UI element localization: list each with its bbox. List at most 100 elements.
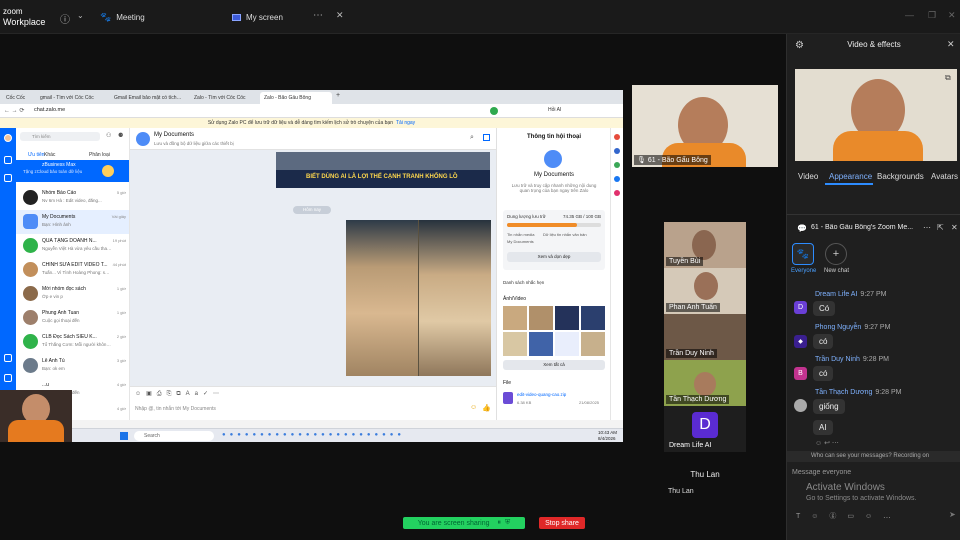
media-thumb[interactable]: [529, 332, 553, 356]
filter-tab-other[interactable]: Khác: [44, 152, 55, 158]
video-tile[interactable]: Tần Thạch Dương: [664, 360, 746, 406]
list-item[interactable]: Mời nhóm đọc sách Ớp e vin p 1 giờ: [16, 282, 129, 306]
tab-my-screen[interactable]: My screen: [232, 8, 283, 26]
browser-tab-gmail[interactable]: Gmail Email bảo mật có tích hợp: [110, 92, 186, 104]
minimize-icon[interactable]: —: [905, 10, 914, 20]
browser-tab-gmail-search[interactable]: gmail - Tìm với Cốc Cốc: [36, 92, 106, 104]
video-tile[interactable]: Trần Duy Ninh: [664, 314, 746, 360]
media-thumb[interactable]: [581, 332, 605, 356]
list-item[interactable]: My Documents Bạn: Hình ảnh Vài giây: [16, 210, 129, 234]
media-thumb[interactable]: [581, 306, 605, 330]
restore-icon[interactable]: ❐: [928, 10, 936, 21]
app-shortcut-icon[interactable]: [614, 148, 620, 154]
chevron-down-icon[interactable]: ⌄: [77, 11, 84, 20]
video-tile[interactable]: Tuyền Bùi: [664, 222, 746, 268]
screen-sharing-indicator[interactable]: You are screen sharing ⏸ ⛨: [403, 517, 525, 529]
cleanup-button[interactable]: Xem và dọn dẹp: [507, 252, 601, 262]
media-thumb[interactable]: [555, 332, 579, 356]
shield-icon[interactable]: ⛨: [505, 519, 510, 527]
taskbar-app-icons[interactable]: ●●●●●●●●●●●●●●●●●●●●●●●●: [222, 432, 405, 438]
popout-icon[interactable]: ⇱: [937, 223, 944, 232]
app-shortcut-icon[interactable]: [614, 134, 620, 140]
browser-tab-coccoc[interactable]: Cốc Cốc: [2, 92, 32, 104]
image-message[interactable]: [346, 220, 491, 376]
emoji-icon[interactable]: ☺: [470, 404, 477, 411]
app-shortcut-icon[interactable]: [614, 162, 620, 168]
new-chat-button[interactable]: +: [825, 243, 847, 265]
close-tab-icon[interactable]: ✕: [336, 10, 344, 21]
reminders-link[interactable]: Danh sách nhắc hẹn: [503, 280, 544, 285]
nav-back-icon[interactable]: ← → ⟳: [4, 107, 24, 114]
vfx-tab-backgrounds[interactable]: Backgrounds: [877, 172, 924, 181]
reaction-icons[interactable]: ☺ ↩ ⋯: [815, 439, 839, 447]
everyone-target-button[interactable]: 🐾: [792, 243, 814, 265]
tab-meeting[interactable]: 🐾 Meeting: [100, 8, 145, 26]
list-item[interactable]: CHỈNH SỬA EDIT VIDEO T... Tuấn... Vì Tìn…: [16, 258, 129, 282]
browser-account[interactable]: Hỏi AI: [548, 107, 561, 113]
list-item[interactable]: zBusiness Max Tặng zCloud bảo toàn dữ li…: [16, 160, 129, 182]
vfx-tab-video[interactable]: Video: [798, 172, 818, 181]
composer-input[interactable]: Nhập @, tin nhắn tới My Documents: [135, 406, 216, 412]
video-tile[interactable]: Phan Anh Tuấn: [664, 268, 746, 314]
meeting-chat-panel: 💬 61 - Bão Gấu Bông's Zoom Me... ⋯ ⇱ ✕ 🐾…: [786, 214, 960, 540]
browser-tab-zalo[interactable]: Zalo - Bão Gấu Bông: [260, 92, 332, 104]
panel-toggle-icon[interactable]: [483, 134, 490, 141]
privacy-note: Who can see your messages? Recording on: [811, 453, 930, 459]
tools-nav-icon[interactable]: [4, 374, 12, 382]
close-icon[interactable]: ✕: [947, 39, 955, 50]
browser-tab-strip: Cốc Cốc gmail - Tìm với Cốc Cốc Gmail Em…: [0, 90, 623, 104]
thumbs-up-icon[interactable]: 👍: [482, 404, 491, 412]
chat-input-toolbar[interactable]: T☺ⓖ▭☺⋯: [796, 511, 902, 521]
vfx-tab-avatars[interactable]: Avatars: [931, 172, 960, 181]
window-close-icon[interactable]: ✕: [948, 10, 956, 21]
see-all-button[interactable]: Xem tất cả: [503, 360, 605, 370]
windows-start-icon[interactable]: [120, 432, 128, 440]
close-chat-icon[interactable]: ✕: [951, 223, 958, 232]
chat-message-input[interactable]: Message everyone: [792, 469, 851, 476]
browser-url-bar[interactable]: ← → ⟳ chat.zalo.me Hỏi AI: [0, 104, 623, 118]
sender-name: Phong Nguyễn: [815, 324, 862, 331]
browser-tab-label: gmail - Tìm với Cốc Cốc: [40, 95, 94, 101]
chat-nav-icon[interactable]: [4, 156, 12, 164]
cloud-nav-icon[interactable]: [4, 354, 12, 362]
zalo-avatar[interactable]: [4, 134, 12, 142]
list-item[interactable]: Phung Anh Tuan Cuộc gọi thoại đến 1 giờ: [16, 306, 129, 330]
add-friend-icon[interactable]: ⚇: [106, 132, 111, 139]
privacy-banner[interactable]: Who can see your messages? Recording on: [787, 451, 960, 462]
video-message[interactable]: BIẾT DÙNG AI LÀ LỢI THẾ CẠNH TRANH KHỔNG…: [276, 152, 490, 188]
vfx-tab-appearance[interactable]: Appearance: [829, 172, 872, 181]
zalo-search-input[interactable]: Tìm kiếm: [20, 132, 100, 141]
media-thumb[interactable]: [555, 306, 579, 330]
banner-link[interactable]: Tải ngay: [396, 120, 415, 126]
stop-share-button[interactable]: Stop share: [539, 517, 585, 529]
extension-icon[interactable]: [490, 107, 498, 115]
media-thumb[interactable]: [503, 332, 527, 356]
composer-toolbar-icons[interactable]: ☺▣⎙⎘⧉Aa✓⋯: [135, 390, 224, 398]
message-sender: Dream Life AI 9:27 PM: [815, 291, 887, 298]
list-item[interactable]: Lê Anh Tú Bạn: ok em 3 giờ: [16, 354, 129, 378]
list-item[interactable]: CLB Đọc Sách SIÊU K... Tổ Thắng Cơm: Mỗi…: [16, 330, 129, 354]
app-shortcut-icon[interactable]: [614, 190, 620, 196]
app-shortcut-icon[interactable]: [614, 176, 620, 182]
file-name[interactable]: edit-video-quang-cao.zip: [517, 392, 566, 397]
video-tile[interactable]: D Dream Life AI: [664, 406, 746, 452]
send-icon[interactable]: ➤: [949, 510, 956, 519]
browser-tab-zalo-search[interactable]: Zalo - Tìm với Cốc Cốc: [190, 92, 256, 104]
featured-video-tile[interactable]: 🎙 61 - Bão Gấu Bông: [632, 85, 778, 167]
filter-tab-categorize[interactable]: Phân loại: [89, 152, 110, 158]
new-tab-icon[interactable]: +: [336, 92, 340, 99]
list-item[interactable]: QUÀ TẶNG DOANH N... Nguyễn Việt Hà vừa y…: [16, 234, 129, 258]
media-thumb[interactable]: [529, 306, 553, 330]
list-item[interactable]: Nhóm Báo Cáo Nv 6m Hà : Edit video, đăng…: [16, 186, 129, 210]
search-icon[interactable]: ⌕: [470, 134, 474, 142]
pause-icon[interactable]: ⏸: [497, 519, 501, 527]
contacts-nav-icon[interactable]: [4, 174, 12, 182]
preview-expand-icon[interactable]: ⧉: [945, 73, 951, 83]
more-icon[interactable]: ⋯: [313, 10, 323, 21]
filter-tab-priority[interactable]: Ưu tiên: [28, 152, 45, 158]
create-group-icon[interactable]: ⚈: [118, 132, 123, 139]
taskbar-search[interactable]: Search: [134, 431, 214, 441]
info-icon[interactable]: ⓘ: [60, 11, 70, 26]
media-thumb[interactable]: [503, 306, 527, 330]
more-icon[interactable]: ⋯: [923, 223, 931, 232]
